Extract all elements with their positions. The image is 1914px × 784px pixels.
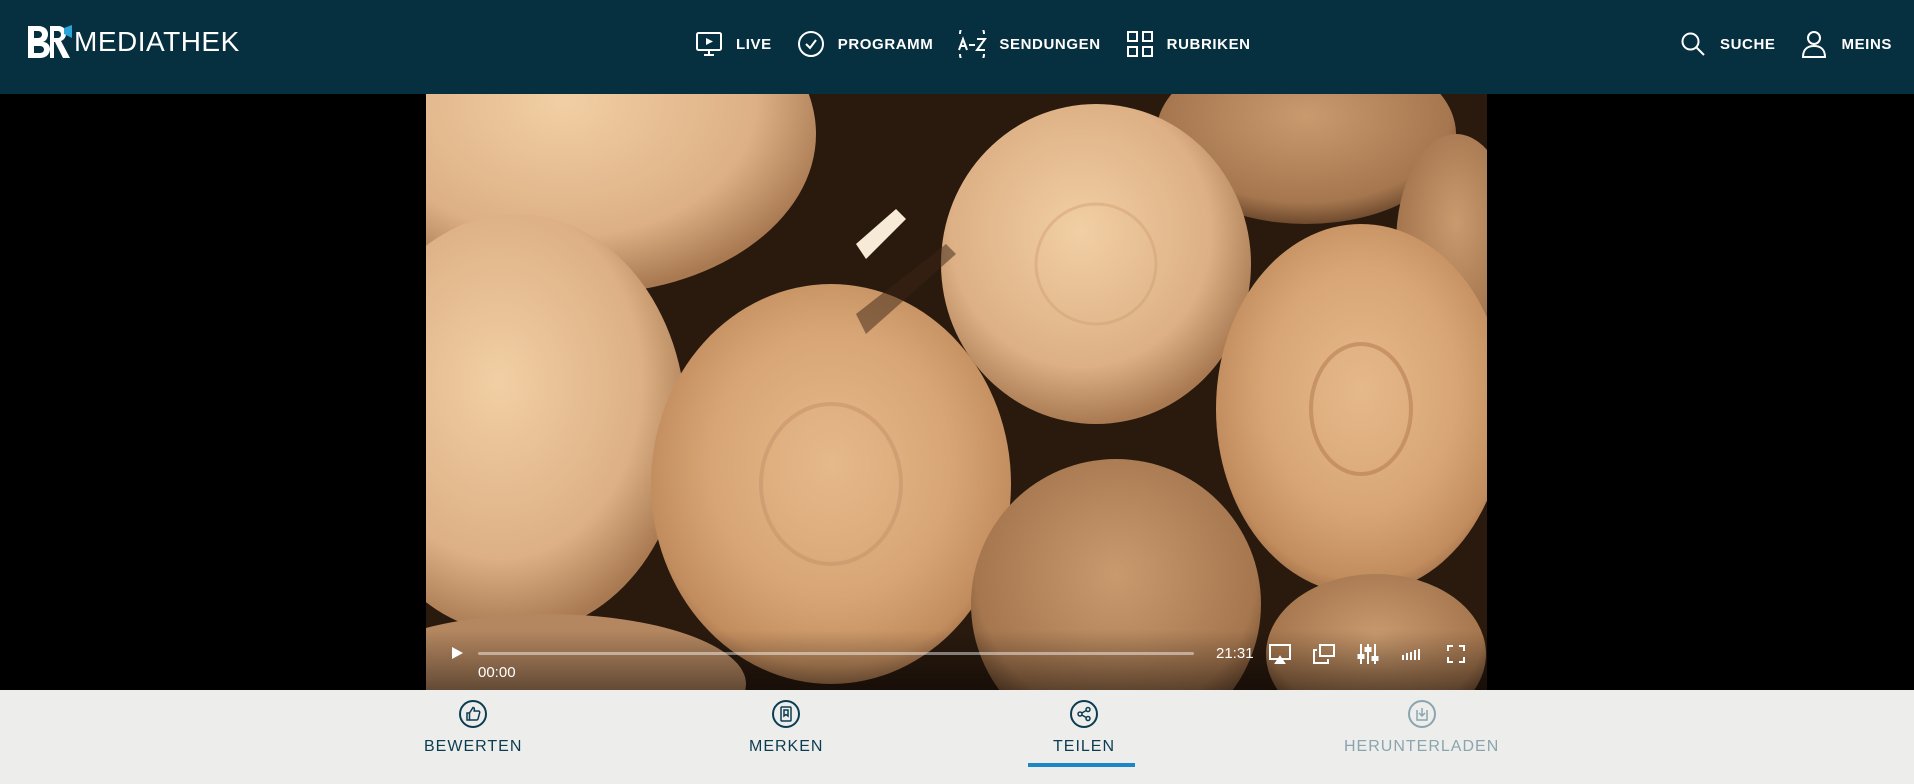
video-player[interactable]: 00:00 21:31 [426,94,1487,690]
nav-label-rubriken: RUBRIKEN [1166,35,1251,53]
share-button[interactable]: TEILEN [1053,700,1115,756]
bookmark-label: MERKEN [749,738,824,755]
download-label: HERUNTERLADEN [1344,738,1500,755]
search-button[interactable]: SUCHE [1678,29,1776,59]
top-navigation-bar: MEDIATHEK LIVE PROGRAMM SENDUNGEN RUBRIK… [0,0,1914,94]
duration: 21:31 [1216,645,1254,662]
search-label: SUCHE [1719,35,1776,53]
settings-sliders-icon[interactable] [1356,642,1380,666]
account-button[interactable]: MEINS [1799,29,1892,59]
search-icon [1678,29,1708,59]
nav-label-live: LIVE [736,35,772,53]
user-navigation: SUCHE MEINS [1678,26,1892,62]
video-stage: 00:00 21:31 [0,94,1914,690]
nav-item-programm[interactable]: PROGRAMM [796,29,934,59]
share-icon [1070,700,1098,728]
nav-item-sendungen[interactable]: SENDUNGEN [957,29,1100,59]
br-mediathek-logo[interactable]: MEDIATHEK [24,22,240,62]
bookmark-button[interactable]: MERKEN [749,700,823,756]
share-label: TEILEN [1053,738,1116,755]
user-icon [1799,29,1829,59]
rate-button[interactable]: BEWERTEN [424,700,522,756]
airplay-icon[interactable] [1268,642,1292,666]
active-tab-indicator [1028,763,1135,767]
live-tv-icon [694,29,724,59]
rate-label: BEWERTEN [424,738,523,755]
current-time: 00:00 [478,664,516,681]
nav-item-live[interactable]: LIVE [694,29,772,59]
thumbs-up-icon [459,700,488,728]
nav-item-rubriken[interactable]: RUBRIKEN [1125,29,1251,59]
logo-text: MEDIATHEK [74,26,240,57]
picture-in-picture-icon[interactable] [1312,642,1336,666]
video-action-bar: BEWERTEN MERKEN TEILEN HERUNTERLADEN [0,690,1914,784]
progress-bar[interactable] [478,652,1194,655]
download-button[interactable]: HERUNTERLADEN [1344,700,1499,756]
br-logo-icon [28,25,72,58]
video-frame-logs-image [426,94,1487,690]
play-icon[interactable] [448,644,466,662]
volume-icon[interactable] [1400,642,1424,666]
grid-icon [1125,29,1155,59]
bookmark-icon [772,700,801,728]
fullscreen-icon[interactable] [1444,642,1468,666]
nav-label-programm: PROGRAMM [837,35,934,53]
account-label: MEINS [1841,35,1892,53]
clock-icon [796,29,826,59]
nav-label-sendungen: SENDUNGEN [999,35,1101,53]
download-icon [1407,700,1436,728]
main-navigation: LIVE PROGRAMM SENDUNGEN RUBRIKEN [694,26,1251,62]
player-controls: 00:00 21:31 [426,630,1487,690]
a-z-icon [957,29,988,59]
